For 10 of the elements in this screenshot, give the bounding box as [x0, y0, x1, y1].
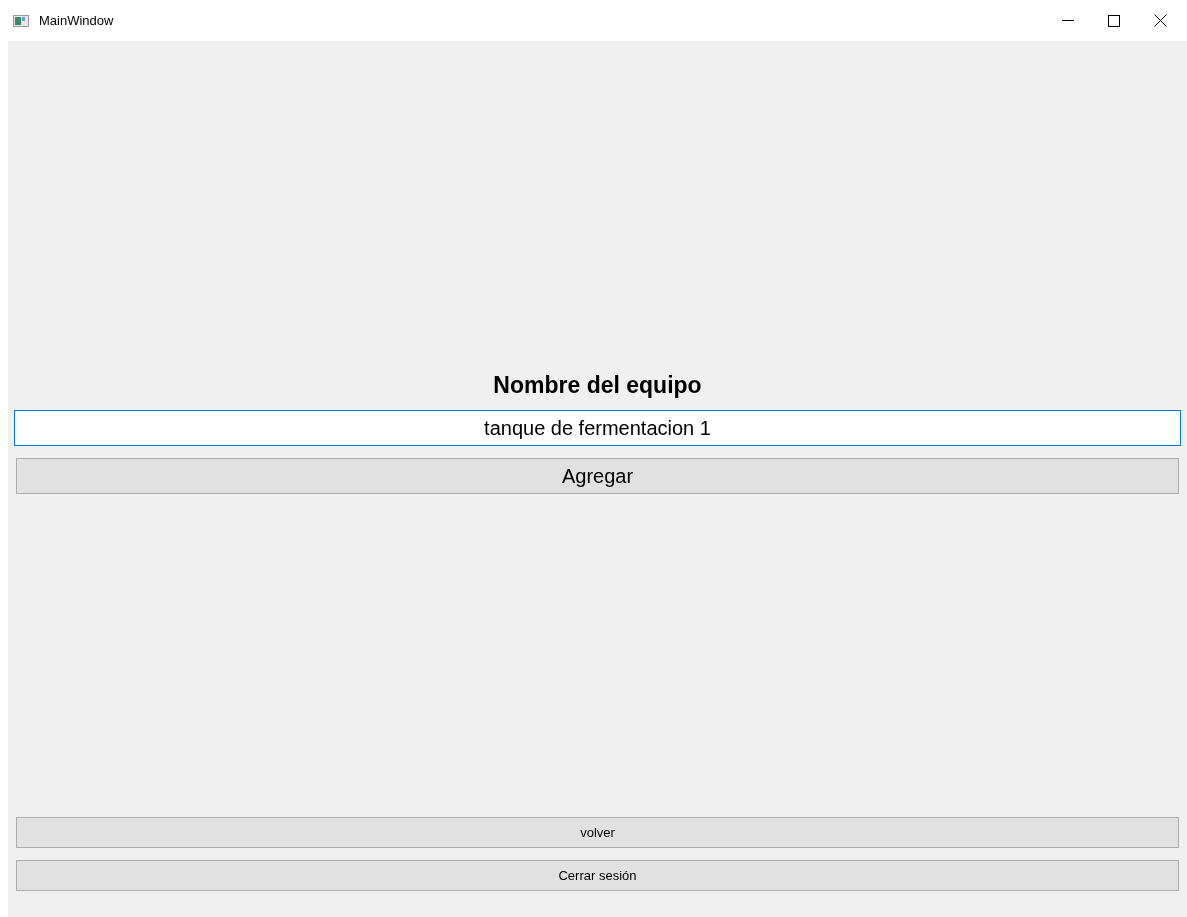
footer-button[interactable]: volver [16, 817, 1179, 848]
footer-button[interactable]: Cerrar sesión [16, 860, 1179, 891]
maximize-icon [1108, 14, 1120, 27]
window-title: MainWindow [39, 11, 114, 30]
form-heading: Nombre del equipo [492, 371, 703, 400]
app-icon [13, 14, 29, 27]
minimize-icon [1062, 19, 1074, 22]
add-button[interactable]: Agregar [16, 458, 1179, 494]
close-icon [1153, 14, 1167, 27]
name-input-field[interactable]: tanque de fermentacion 1 [14, 410, 1181, 446]
